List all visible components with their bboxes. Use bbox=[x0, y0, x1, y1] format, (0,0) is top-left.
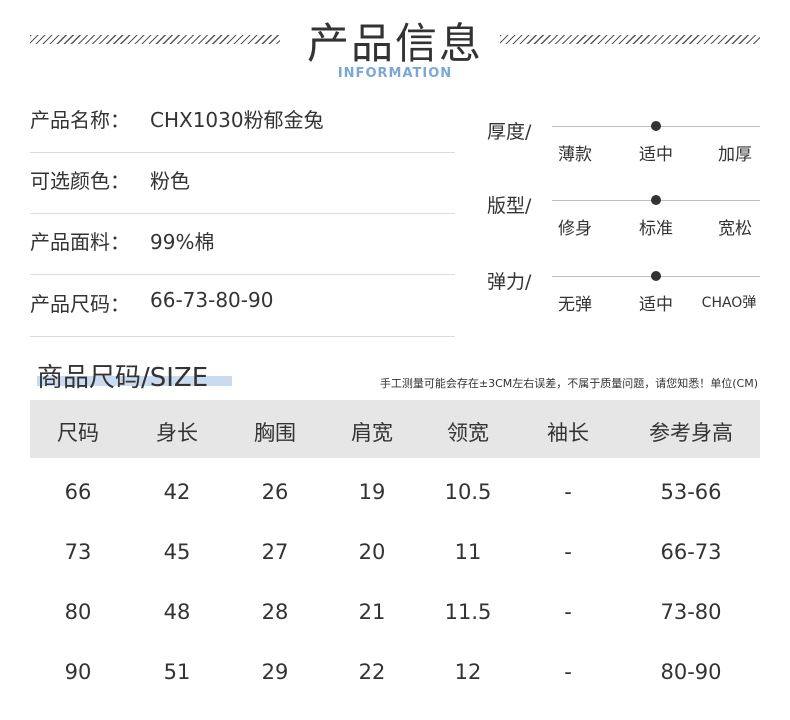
column-header: 尺码 bbox=[57, 421, 99, 445]
table-row: 66 42 26 19 10.5 - 53-66 bbox=[30, 460, 760, 520]
scale-option: 修身 bbox=[558, 219, 592, 239]
table-cell: - bbox=[564, 540, 572, 564]
info-value: CHX1030粉郁金兔 bbox=[150, 108, 324, 132]
scale-indicator bbox=[651, 121, 661, 131]
page-subtitle: INFORMATION bbox=[337, 66, 453, 81]
table-cell: 10.5 bbox=[444, 480, 492, 504]
scale-fit: 版型/ 修身 标准 宽松 bbox=[487, 191, 760, 251]
table-cell: 80 bbox=[64, 600, 92, 624]
table-cell: 80-90 bbox=[660, 660, 722, 684]
table-cell: 11 bbox=[454, 540, 482, 564]
table-row: 90 51 29 22 12 - 80-90 bbox=[30, 640, 760, 700]
info-row-color: 可选颜色： 粉色 bbox=[30, 153, 455, 214]
scale-option: 无弹 bbox=[558, 295, 592, 315]
scale-indicator bbox=[651, 271, 661, 281]
table-cell: 42 bbox=[163, 480, 191, 504]
size-table-header: 尺码 身长 胸围 肩宽 领宽 袖长 参考身高 bbox=[30, 400, 760, 458]
scale-option: 宽松 bbox=[718, 219, 752, 239]
info-row-fabric: 产品面料： 99%棉 bbox=[30, 214, 455, 275]
scale-label: 版型/ bbox=[487, 195, 532, 217]
table-cell: - bbox=[564, 480, 572, 504]
table-cell: 22 bbox=[358, 660, 386, 684]
table-cell: 51 bbox=[163, 660, 191, 684]
table-cell: 48 bbox=[163, 600, 191, 624]
info-row-size: 产品尺码： 66-73-80-90 bbox=[30, 276, 455, 337]
info-label: 产品面料： bbox=[30, 230, 130, 254]
size-section-title: 商品尺码/SIZE bbox=[37, 363, 209, 393]
scale-indicator bbox=[651, 195, 661, 205]
scale-option: 适中 bbox=[639, 145, 673, 165]
scale-option: 加厚 bbox=[718, 145, 752, 165]
scale-option: 标准 bbox=[639, 219, 673, 239]
table-cell: 20 bbox=[358, 540, 386, 564]
info-label: 产品尺码： bbox=[30, 292, 130, 316]
info-value: 66-73-80-90 bbox=[150, 288, 274, 312]
table-cell: 11.5 bbox=[444, 600, 492, 624]
size-note: 手工测量可能会存在±3CM左右误差，不属于质量问题，请您知悉！单位(CM) bbox=[379, 377, 758, 390]
page-title: 产品信息 bbox=[306, 19, 483, 68]
table-cell: 26 bbox=[261, 480, 289, 504]
column-header: 身长 bbox=[156, 421, 198, 445]
scale-option: CHAO弹 bbox=[701, 295, 757, 311]
scale-thickness: 厚度/ 薄款 适中 加厚 bbox=[487, 117, 760, 177]
column-header: 胸围 bbox=[254, 421, 296, 445]
scale-label: 厚度/ bbox=[487, 121, 532, 143]
table-cell: - bbox=[564, 600, 572, 624]
table-cell: 21 bbox=[358, 600, 386, 624]
column-header: 肩宽 bbox=[351, 421, 393, 445]
column-header: 领宽 bbox=[447, 421, 489, 445]
table-cell: 29 bbox=[261, 660, 289, 684]
table-cell: 73-80 bbox=[660, 600, 722, 624]
table-row: 73 45 27 20 11 - 66-73 bbox=[30, 520, 760, 580]
info-label: 可选颜色： bbox=[30, 169, 130, 193]
info-value: 粉色 bbox=[150, 169, 190, 193]
table-cell: 73 bbox=[64, 540, 92, 564]
table-cell: 45 bbox=[163, 540, 191, 564]
table-cell: 19 bbox=[358, 480, 386, 504]
info-row-name: 产品名称： CHX1030粉郁金兔 bbox=[30, 92, 455, 153]
table-row: 80 48 28 21 11.5 - 73-80 bbox=[30, 580, 760, 640]
column-header: 参考身高 bbox=[649, 421, 733, 445]
info-label: 产品名称： bbox=[30, 108, 130, 132]
scale-option: 薄款 bbox=[558, 145, 592, 165]
table-cell: 66-73 bbox=[660, 540, 722, 564]
table-cell: 53-66 bbox=[660, 480, 722, 504]
column-header: 袖长 bbox=[547, 421, 589, 445]
table-cell: 28 bbox=[261, 600, 289, 624]
table-cell: 27 bbox=[261, 540, 289, 564]
table-cell: 66 bbox=[64, 480, 92, 504]
table-cell: - bbox=[564, 660, 572, 684]
info-value: 99%棉 bbox=[150, 230, 215, 254]
scale-label: 弹力/ bbox=[487, 271, 532, 293]
scale-option: 适中 bbox=[639, 295, 673, 315]
table-cell: 90 bbox=[64, 660, 92, 684]
scale-elasticity: 弹力/ 无弹 适中 CHAO弹 bbox=[487, 267, 760, 327]
table-cell: 12 bbox=[454, 660, 482, 684]
